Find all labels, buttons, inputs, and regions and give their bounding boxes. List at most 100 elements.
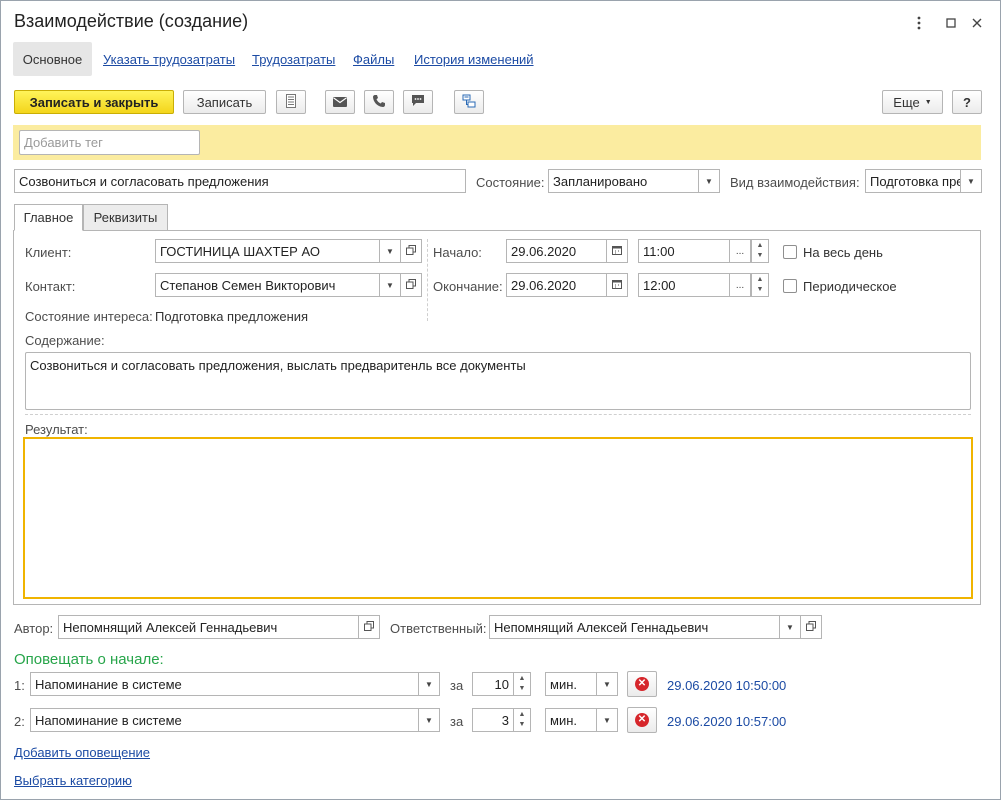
- notify-datetime: 29.06.2020 10:50:00: [667, 678, 787, 693]
- select-category-link[interactable]: Выбрать категорию: [14, 773, 132, 788]
- nav-link-labor[interactable]: Трудозатраты: [252, 52, 335, 67]
- start-time-spinner[interactable]: ▲ ▼: [751, 239, 769, 263]
- call-button[interactable]: [364, 90, 394, 114]
- notify-amount-input[interactable]: 3: [472, 708, 514, 732]
- open-icon: [406, 245, 416, 257]
- result-textarea[interactable]: [23, 437, 973, 599]
- notify-unit-dropdown[interactable]: ▼: [596, 672, 618, 696]
- nav-link-labor-input[interactable]: Указать трудозатраты: [103, 52, 235, 67]
- notify-amount-spinner[interactable]: ▲ ▼: [513, 708, 531, 732]
- notify-type-select[interactable]: Напоминание в системе: [30, 708, 420, 732]
- notify-type-dropdown[interactable]: ▼: [418, 708, 440, 732]
- start-time-input[interactable]: 11:00: [638, 239, 731, 263]
- start-time-select[interactable]: ...: [729, 239, 751, 263]
- delete-notify-button[interactable]: ✕: [627, 671, 657, 697]
- notify-type-select[interactable]: Напоминание в системе: [30, 672, 420, 696]
- tag-input[interactable]: Добавить тег: [19, 130, 200, 155]
- client-label: Клиент:: [25, 245, 72, 260]
- client-input[interactable]: ГОСТИНИЦА ШАХТЕР АО: [155, 239, 381, 263]
- open-icon: [806, 621, 816, 633]
- contact-dropdown[interactable]: ▼: [379, 273, 401, 297]
- add-notification-link[interactable]: Добавить оповещение: [14, 745, 150, 760]
- allday-label: На весь день: [803, 245, 883, 260]
- notify-datetime: 29.06.2020 10:57:00: [667, 714, 787, 729]
- close-icon[interactable]: [967, 13, 987, 33]
- calendar-icon: [612, 245, 622, 257]
- chat-icon: [411, 94, 425, 110]
- start-label: Начало:: [433, 245, 482, 260]
- interest-label: Состояние интереса:: [25, 309, 153, 324]
- periodic-checkbox[interactable]: [783, 279, 797, 293]
- help-button[interactable]: ?: [952, 90, 982, 114]
- save-button[interactable]: Записать: [183, 90, 266, 114]
- state-select[interactable]: Запланировано: [548, 169, 700, 193]
- end-time-input[interactable]: 12:00: [638, 273, 731, 297]
- more-button[interactable]: Еще ▼: [882, 90, 943, 114]
- nav-link-files[interactable]: Файлы: [353, 52, 394, 67]
- divider: [427, 239, 428, 321]
- responsible-open-button[interactable]: [800, 615, 822, 639]
- nav-main[interactable]: Основное: [13, 42, 92, 76]
- author-input[interactable]: Непомнящий Алексей Геннадьевич: [58, 615, 359, 639]
- kebab-icon[interactable]: [909, 13, 929, 33]
- notify-za-label: за: [450, 678, 464, 693]
- notify-unit-select[interactable]: мин.: [545, 672, 598, 696]
- author-label: Автор:: [14, 621, 54, 636]
- report-icon: [286, 93, 296, 111]
- structure-button[interactable]: [454, 90, 484, 114]
- kind-select[interactable]: Подготовка пре: [865, 169, 961, 193]
- contact-input[interactable]: Степанов Семен Викторович: [155, 273, 381, 297]
- delete-icon: ✕: [635, 713, 649, 727]
- subject-input[interactable]: Созвониться и согласовать предложения: [14, 169, 466, 193]
- more-label: Еще: [893, 94, 920, 110]
- notify-amount-spinner[interactable]: ▲ ▼: [513, 672, 531, 696]
- end-time-select[interactable]: ...: [729, 273, 751, 297]
- end-label: Окончание:: [433, 279, 503, 294]
- interest-value: Подготовка предложения: [155, 309, 309, 324]
- notify-row-num: 2:: [14, 714, 25, 729]
- send-sms-button[interactable]: [403, 90, 433, 114]
- notify-amount-input[interactable]: 10: [472, 672, 514, 696]
- tab-main[interactable]: Главное: [14, 204, 83, 231]
- state-dropdown[interactable]: ▼: [698, 169, 720, 193]
- end-time-spinner[interactable]: ▲ ▼: [751, 273, 769, 297]
- delete-notify-button[interactable]: ✕: [627, 707, 657, 733]
- end-date-picker[interactable]: [606, 273, 628, 297]
- client-open-button[interactable]: [400, 239, 422, 263]
- responsible-dropdown[interactable]: ▼: [779, 615, 801, 639]
- nav-link-history[interactable]: История изменений: [414, 52, 534, 67]
- responsible-input[interactable]: Непомнящий Алексей Геннадьевич: [489, 615, 781, 639]
- end-date-input[interactable]: 29.06.2020: [506, 273, 607, 297]
- content-textarea[interactable]: Созвониться и согласовать предложения, в…: [25, 352, 971, 410]
- chevron-down-icon: ▼: [924, 98, 932, 106]
- open-icon: [364, 621, 374, 633]
- delete-icon: ✕: [635, 677, 649, 691]
- start-date-picker[interactable]: [606, 239, 628, 263]
- allday-checkbox[interactable]: [783, 245, 797, 259]
- contact-label: Контакт:: [25, 279, 76, 294]
- maximize-icon[interactable]: [941, 13, 961, 33]
- window: Взаимодействие (создание) Основное Указа…: [0, 0, 1001, 800]
- save-and-close-button[interactable]: Записать и закрыть: [14, 90, 174, 114]
- client-dropdown[interactable]: ▼: [379, 239, 401, 263]
- divider: [25, 414, 971, 415]
- kind-dropdown[interactable]: ▼: [960, 169, 982, 193]
- phone-icon: [372, 94, 386, 111]
- contact-open-button[interactable]: [400, 273, 422, 297]
- notify-unit-select[interactable]: мин.: [545, 708, 598, 732]
- author-open-button[interactable]: [358, 615, 380, 639]
- notify-unit-dropdown[interactable]: ▼: [596, 708, 618, 732]
- send-mail-button[interactable]: [325, 90, 355, 114]
- start-date-input[interactable]: 29.06.2020: [506, 239, 607, 263]
- report-button[interactable]: [276, 90, 306, 114]
- kind-label: Вид взаимодействия:: [730, 175, 860, 190]
- content-label: Содержание:: [25, 333, 105, 348]
- window-title: Взаимодействие (создание): [14, 11, 249, 31]
- responsible-label: Ответственный:: [390, 621, 487, 636]
- periodic-label: Периодическое: [803, 279, 897, 294]
- tab-details[interactable]: Реквизиты: [83, 204, 168, 231]
- notify-za-label: за: [450, 714, 464, 729]
- notify-type-dropdown[interactable]: ▼: [418, 672, 440, 696]
- result-label: Результат:: [25, 422, 88, 437]
- calendar-icon: [612, 279, 622, 291]
